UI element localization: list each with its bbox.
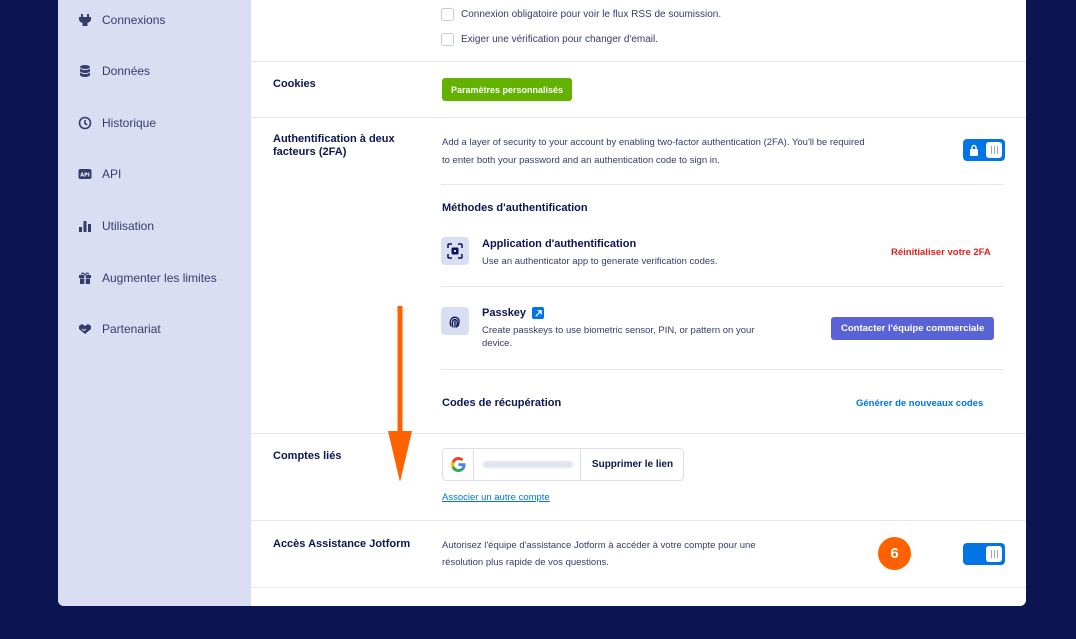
divider xyxy=(441,184,1004,185)
email-verify-option[interactable]: Exiger une vérification pour changer d'e… xyxy=(441,33,658,46)
toggle-knob xyxy=(986,142,1002,158)
passkey-desc-line1: Create passkeys to use biometric sensor,… xyxy=(482,325,755,336)
support-access-label: Accès Assistance Jotform xyxy=(273,538,411,550)
support-description-line1: Autorisez l'équipe d'assistance Jotform … xyxy=(442,540,756,551)
divider xyxy=(441,369,1004,370)
authenticator-app-desc: Use an authenticator app to generate ver… xyxy=(482,256,718,267)
sidebar-item-label: Partenariat xyxy=(102,322,161,336)
sidebar-item-label: Augmenter les limites xyxy=(102,271,217,285)
api-icon: API xyxy=(78,167,92,181)
lock-icon xyxy=(970,144,978,156)
blurred-email xyxy=(483,461,573,468)
plug-icon xyxy=(78,13,92,27)
authenticator-app-icon xyxy=(441,237,469,265)
sidebar-item-partenariat[interactable]: Partenariat xyxy=(78,318,161,340)
methods-heading: Méthodes d'authentification xyxy=(442,202,588,214)
twofa-description-line1: Add a layer of security to your account … xyxy=(442,137,865,148)
authenticator-app-title: Application d'authentification xyxy=(482,238,637,250)
database-icon xyxy=(78,64,92,78)
email-verify-label: Exiger une vérification pour changer d'e… xyxy=(461,34,659,45)
divider xyxy=(251,587,1026,588)
google-icon xyxy=(443,449,474,480)
sidebar-item-label: Utilisation xyxy=(102,219,155,233)
gift-icon xyxy=(78,271,92,285)
sidebar-item-augmenter[interactable]: Augmenter les limites xyxy=(78,267,217,289)
sidebar: Connexions Données Historique API API Ut… xyxy=(58,0,251,606)
sidebar-item-label: Données xyxy=(102,64,151,78)
divider xyxy=(441,286,1004,287)
toggle-knob xyxy=(986,546,1002,562)
support-description-line2: résolution plus rapide de vos questions. xyxy=(442,557,609,568)
custom-settings-button[interactable]: Paramètres personnalisés xyxy=(442,78,573,101)
fingerprint-icon xyxy=(441,307,469,335)
associate-account-link[interactable]: Associer un autre compte xyxy=(442,492,550,503)
twofa-description-line2: to enter both your password and an authe… xyxy=(442,155,720,166)
rss-login-option[interactable]: Connexion obligatoire pour voir le flux … xyxy=(441,8,721,21)
rss-login-checkbox[interactable] xyxy=(441,8,454,21)
contact-sales-button[interactable]: Contacter l'équipe commerciale xyxy=(831,317,995,340)
sidebar-item-utilisation[interactable]: Utilisation xyxy=(78,215,154,237)
rss-login-label: Connexion obligatoire pour voir le flux … xyxy=(461,9,722,20)
passkey-title: Passkey xyxy=(482,307,527,319)
support-access-toggle[interactable] xyxy=(963,543,1005,565)
unlink-button[interactable]: Supprimer le lien xyxy=(580,449,684,480)
linked-accounts-label: Comptes liés xyxy=(273,450,342,462)
email-verify-checkbox[interactable] xyxy=(441,33,454,46)
main-content: Connexion obligatoire pour voir le flux … xyxy=(251,0,1026,606)
handshake-icon xyxy=(78,322,92,336)
sidebar-item-api[interactable]: API API xyxy=(78,163,121,185)
settings-panel: Connexions Données Historique API API Ut… xyxy=(58,0,1026,606)
generate-codes-link[interactable]: Générer de nouveaux codes xyxy=(856,398,983,409)
passkey-desc-line2: device. xyxy=(482,338,513,349)
divider xyxy=(251,520,1026,521)
sidebar-item-donnees[interactable]: Données xyxy=(78,60,150,82)
step-badge: 6 xyxy=(878,537,911,570)
upgrade-icon xyxy=(532,307,545,319)
recovery-codes-heading: Codes de récupération xyxy=(442,397,562,409)
linked-google-account: Supprimer le lien xyxy=(442,448,684,481)
sidebar-item-connexions[interactable]: Connexions xyxy=(78,9,165,31)
cookies-label: Cookies xyxy=(273,78,316,90)
twofa-label: Authentification à deux facteurs (2FA) xyxy=(273,133,395,158)
svg-text:API: API xyxy=(80,172,90,178)
down-arrow-annotation xyxy=(388,306,412,482)
sidebar-item-label: Historique xyxy=(102,116,157,130)
sidebar-item-label: Connexions xyxy=(102,13,166,27)
bar-chart-icon xyxy=(78,219,92,233)
divider xyxy=(251,433,1026,434)
twofa-toggle[interactable] xyxy=(963,139,1005,161)
passkey-title-row: Passkey xyxy=(482,307,545,319)
sidebar-item-historique[interactable]: Historique xyxy=(78,112,156,134)
divider xyxy=(251,61,1026,62)
history-icon xyxy=(78,116,92,130)
divider xyxy=(251,117,1026,118)
reset-2fa-link[interactable]: Réinitialiser votre 2FA xyxy=(891,247,991,258)
sidebar-item-label: API xyxy=(102,167,122,181)
